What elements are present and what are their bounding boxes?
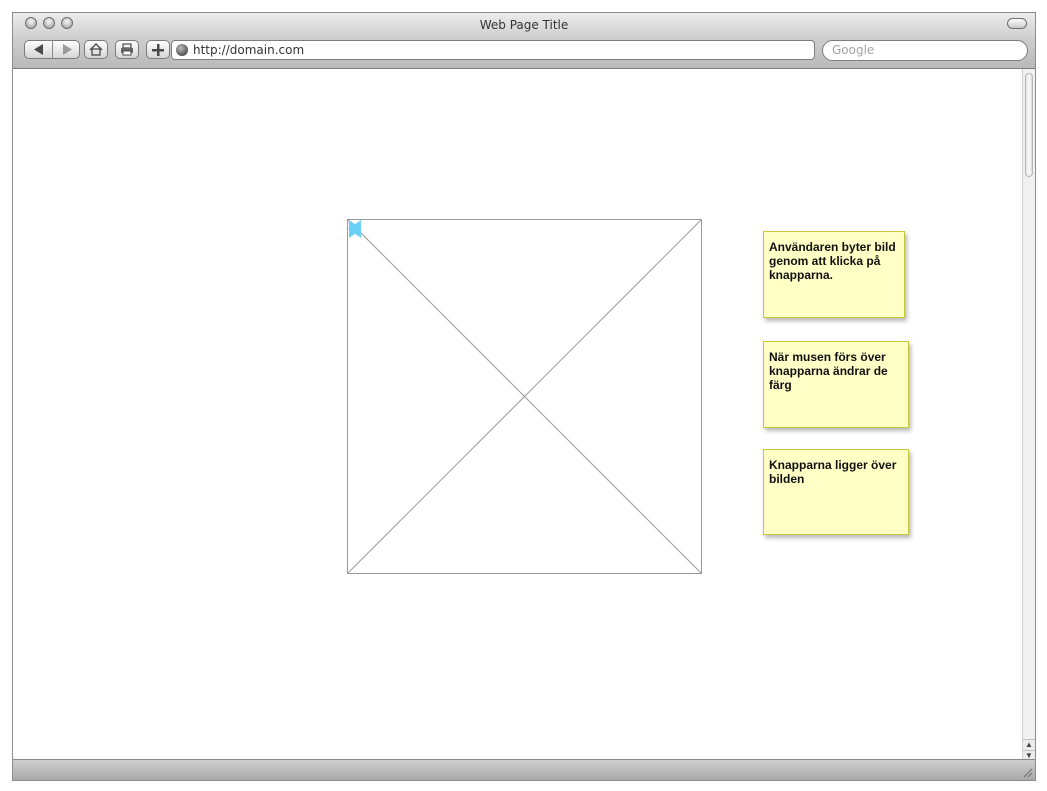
- vertical-scrollbar[interactable]: ▲ ▼: [1022, 69, 1035, 761]
- resize-grip-icon[interactable]: [1021, 766, 1033, 778]
- sticky-note-3: Knapparna ligger över bilden: [763, 449, 909, 535]
- sticky-note-1: Användaren byter bild genom att klicka p…: [763, 231, 905, 318]
- home-icon: [89, 43, 103, 56]
- page-content: Användaren byter bild genom att klicka p…: [13, 69, 1023, 761]
- back-forward-group: [24, 40, 80, 59]
- globe-icon: [176, 44, 188, 56]
- window-title: Web Page Title: [479, 18, 569, 32]
- print-icon: [121, 43, 133, 56]
- add-bookmark-button[interactable]: [146, 40, 170, 59]
- back-button[interactable]: [25, 41, 53, 58]
- forward-button[interactable]: [53, 41, 80, 58]
- forward-arrow-icon: [62, 44, 72, 55]
- plus-icon: [152, 43, 164, 56]
- back-arrow-icon: [33, 44, 43, 55]
- sticky-note-text: Knapparna ligger över bilden: [769, 458, 897, 486]
- sticky-note-text: Användaren byter bild genom att klicka p…: [769, 240, 896, 282]
- status-bar: [13, 759, 1035, 780]
- url-text: http://domain.com: [193, 43, 305, 57]
- image-placeholder-cross: [348, 220, 701, 573]
- home-button[interactable]: [84, 40, 108, 59]
- search-placeholder: Google: [832, 43, 875, 57]
- toolbar-toggle-button[interactable]: [1007, 18, 1027, 29]
- address-bar[interactable]: http://domain.com: [171, 40, 815, 60]
- scroll-up-button[interactable]: ▲: [1023, 739, 1035, 750]
- scrollbar-thumb[interactable]: [1025, 73, 1033, 177]
- sticky-note-2: När musen förs över knapparna ändrar de …: [763, 341, 909, 428]
- next-arrow-icon[interactable]: [348, 220, 362, 238]
- sticky-note-text: När musen förs över knapparna ändrar de …: [769, 350, 888, 392]
- title-bar: Web Page Title http://domain.com Google: [13, 13, 1035, 69]
- search-field[interactable]: Google: [822, 40, 1028, 61]
- image-placeholder: [347, 219, 702, 574]
- browser-window: Web Page Title http://domain.com Google …: [12, 12, 1036, 781]
- print-button[interactable]: [115, 40, 139, 59]
